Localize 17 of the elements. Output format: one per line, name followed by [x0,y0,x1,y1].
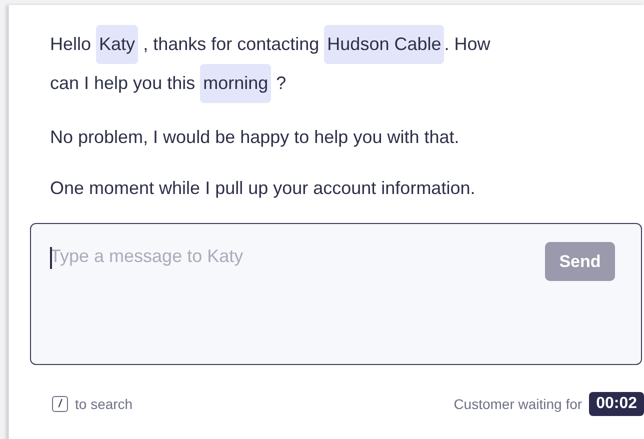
message-text: can I help you this [50,72,196,95]
waiting-label: Customer waiting for [454,396,582,412]
waiting-timer: 00:02 [589,392,644,416]
variable-chip: Katy [96,25,138,64]
variable-chip: morning [200,64,272,103]
message-text: No problem, I would be happy to help you with that. [50,126,460,149]
variable-chip: Hudson Cable [324,25,444,64]
message-text: , thanks for contacting [142,33,320,56]
message-text: ? [275,72,286,95]
shortcut-hint: to search [75,396,133,412]
message-text: One moment while I pull up your account information. [50,177,476,200]
message-text: Hello [50,33,92,56]
text-cursor [50,247,52,269]
send-button[interactable]: Send [545,242,615,281]
slash-key: / [52,396,68,412]
message-input[interactable]: Type a message to Katy Send [30,223,642,365]
message-text: . How [444,33,492,56]
